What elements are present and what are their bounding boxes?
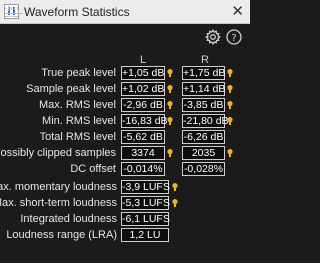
stat-value-right: 2035 [182,146,225,160]
loudness-value: 1,2 LU [121,228,169,242]
stat-label: DC offset [70,163,116,175]
stat-value-left: -16,83 dB [121,114,168,128]
column-header-right: R [201,54,209,66]
column-header-left: L [140,54,147,66]
warning-icon [227,101,233,109]
svg-text:?: ? [231,33,236,44]
warning-icon [227,85,233,93]
loudness-value: -6,1 LUFS [121,212,170,226]
waveform-logo-icon [5,6,23,17]
stat-value-right: -21,80 dB [182,114,229,128]
warning-icon [172,199,178,207]
stat-value-left: +1,02 dB [121,82,165,96]
gear-icon[interactable] [205,29,221,45]
close-icon[interactable]: ✕ [231,2,244,20]
window-title: Waveform Statistics [24,5,130,19]
loudness-label: Max. momentary loudness [0,181,117,193]
loudness-label: Integrated loudness [20,213,117,225]
warning-icon [167,149,173,157]
loudness-label: Max. short-term loudness [0,197,117,209]
stat-value-right: +1,14 dB [182,82,226,96]
warning-icon [227,69,233,77]
stat-value-left: -0,014% [121,162,165,176]
stat-label: Sample peak level [26,83,116,95]
stat-value-right: -6,26 dB [182,130,225,144]
warning-icon [227,117,233,125]
stat-value-left: 3374 [121,146,165,160]
loudness-value: -3,9 LUFS [121,180,170,194]
stat-value-right: +1,75 dB [182,66,226,80]
warning-icon [167,69,173,77]
stat-label: Total RMS level [39,131,116,143]
loudness-label: Loudness range (LRA) [6,229,117,241]
stat-value-left: -5,62 dB [121,130,165,144]
stat-label: Max. RMS level [38,99,116,111]
stat-value-left: -2,96 dB [121,98,165,112]
stat-label: True peak level [41,67,116,79]
stat-value-left: +1,05 dB [121,66,165,80]
warning-icon [227,149,233,157]
stat-label: Min. RMS level [42,115,116,127]
warning-icon [167,85,173,93]
stat-value-right: -0,028% [182,162,225,176]
window-titlebar: Waveform Statistics ✕ [0,0,250,24]
loudness-value: -5,3 LUFS [121,196,170,210]
warning-icon [172,183,178,191]
help-icon[interactable]: ? [226,29,242,45]
stat-value-right: -3,85 dB [182,98,225,112]
warning-icon [167,101,173,109]
stat-label: Possibly clipped samples [0,147,116,159]
warning-icon [167,117,173,125]
